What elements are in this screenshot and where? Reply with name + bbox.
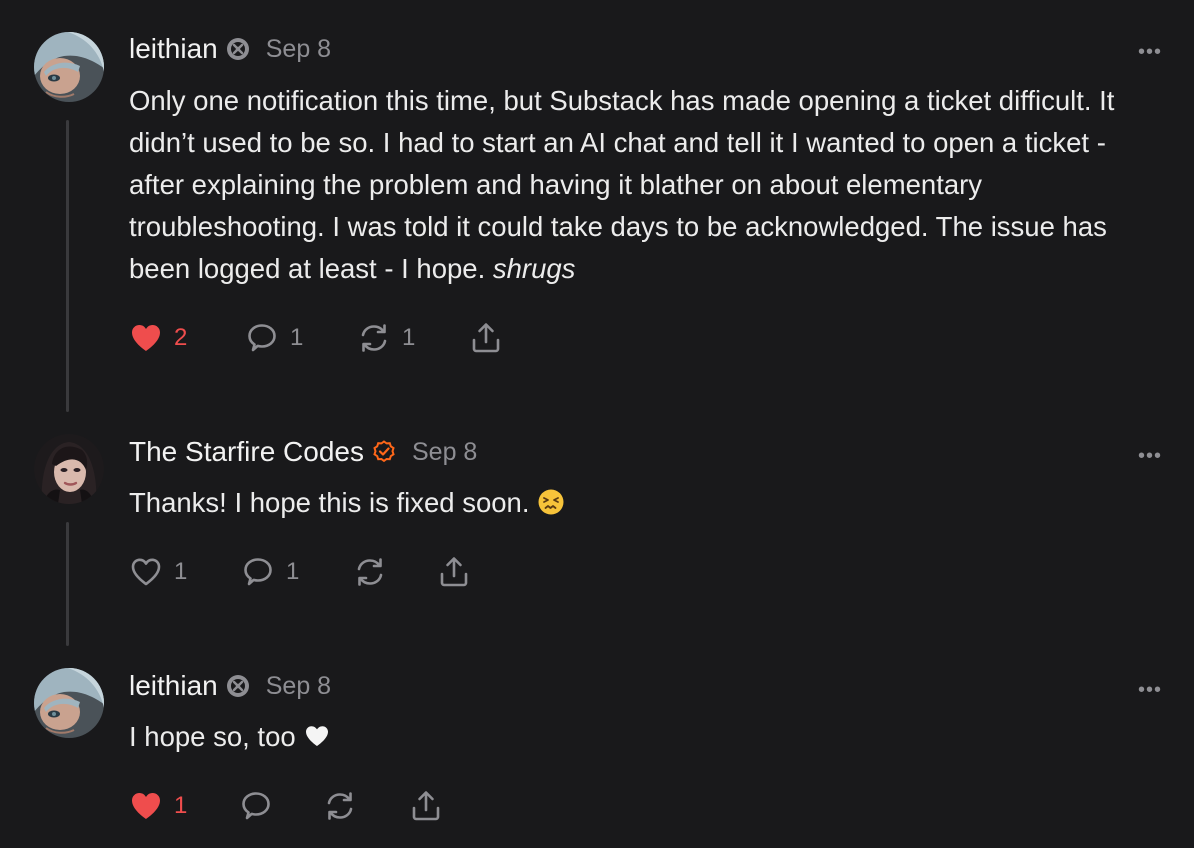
reply-button[interactable] xyxy=(238,788,322,824)
restack-button[interactable] xyxy=(322,788,408,824)
comment-date[interactable]: Sep 8 xyxy=(266,672,331,701)
comment-body: Only one notification this time, but Sub… xyxy=(129,80,1159,290)
comment-header: leithian Sep 8 xyxy=(129,670,331,702)
restack-button[interactable] xyxy=(352,554,436,590)
comment-date[interactable]: Sep 8 xyxy=(266,35,331,64)
share-button[interactable] xyxy=(468,320,504,356)
restack-icon xyxy=(357,558,383,586)
thread-line xyxy=(66,120,69,412)
author-name[interactable]: leithian xyxy=(129,33,218,65)
author-name[interactable]: leithian xyxy=(129,670,218,702)
comment-actions: 2 1 1 xyxy=(128,320,504,356)
restack-icon xyxy=(361,324,387,352)
share-button[interactable] xyxy=(436,554,472,590)
like-button[interactable]: 1 xyxy=(128,554,240,590)
like-count: 1 xyxy=(174,792,188,819)
like-count: 1 xyxy=(174,558,188,585)
comment-date[interactable]: Sep 8 xyxy=(412,438,477,467)
reply-button[interactable]: 1 xyxy=(240,554,352,590)
avatar[interactable] xyxy=(34,32,104,102)
comment-actions: 1 xyxy=(128,788,444,824)
heart-outline-icon xyxy=(131,558,161,586)
avatar[interactable] xyxy=(34,434,104,504)
author-name[interactable]: The Starfire Codes xyxy=(129,436,364,468)
substack-badge-icon xyxy=(226,674,250,698)
comment-header: leithian Sep 8 xyxy=(129,33,331,65)
avatar[interactable] xyxy=(34,668,104,738)
restack-icon xyxy=(327,792,353,820)
share-button[interactable] xyxy=(408,788,444,824)
comment-emphasis: shrugs xyxy=(492,253,576,284)
comment-text: Thanks! I hope this is fixed soon. xyxy=(129,487,530,518)
like-button[interactable]: 2 xyxy=(128,320,244,356)
comment-bubble-icon xyxy=(244,558,272,586)
restack-button[interactable]: 1 xyxy=(356,320,468,356)
reply-button[interactable]: 1 xyxy=(244,320,356,356)
more-options-button[interactable]: ••• xyxy=(1138,680,1162,700)
substack-badge-icon xyxy=(226,37,250,61)
share-icon xyxy=(472,323,500,353)
reply-count: 1 xyxy=(290,324,304,351)
share-icon xyxy=(440,557,468,587)
comment-body: Thanks! I hope this is fixed soon. xyxy=(129,482,1159,524)
comment-text: I hope so, too xyxy=(129,721,296,752)
comment-bubble-icon xyxy=(242,792,270,820)
confounded-face-emoji xyxy=(537,488,565,516)
restack-count: 1 xyxy=(402,324,416,351)
comment-bubble-icon xyxy=(248,324,276,352)
verified-check-icon xyxy=(372,440,396,464)
heart-filled-icon xyxy=(132,325,160,351)
more-options-button[interactable]: ••• xyxy=(1138,42,1162,62)
like-count: 2 xyxy=(174,324,188,351)
share-icon xyxy=(412,791,440,821)
comment-text: Only one notification this time, but Sub… xyxy=(129,85,1115,284)
like-button[interactable]: 1 xyxy=(128,788,238,824)
comment-header: The Starfire Codes Sep 8 xyxy=(129,436,477,468)
comment-actions: 1 1 xyxy=(128,554,472,590)
white-heart-emoji xyxy=(303,722,331,750)
comment-body: I hope so, too xyxy=(129,716,1159,758)
reply-count: 1 xyxy=(286,558,300,585)
more-options-button[interactable]: ••• xyxy=(1138,446,1162,466)
thread-line xyxy=(66,522,69,646)
heart-filled-icon xyxy=(132,793,160,819)
